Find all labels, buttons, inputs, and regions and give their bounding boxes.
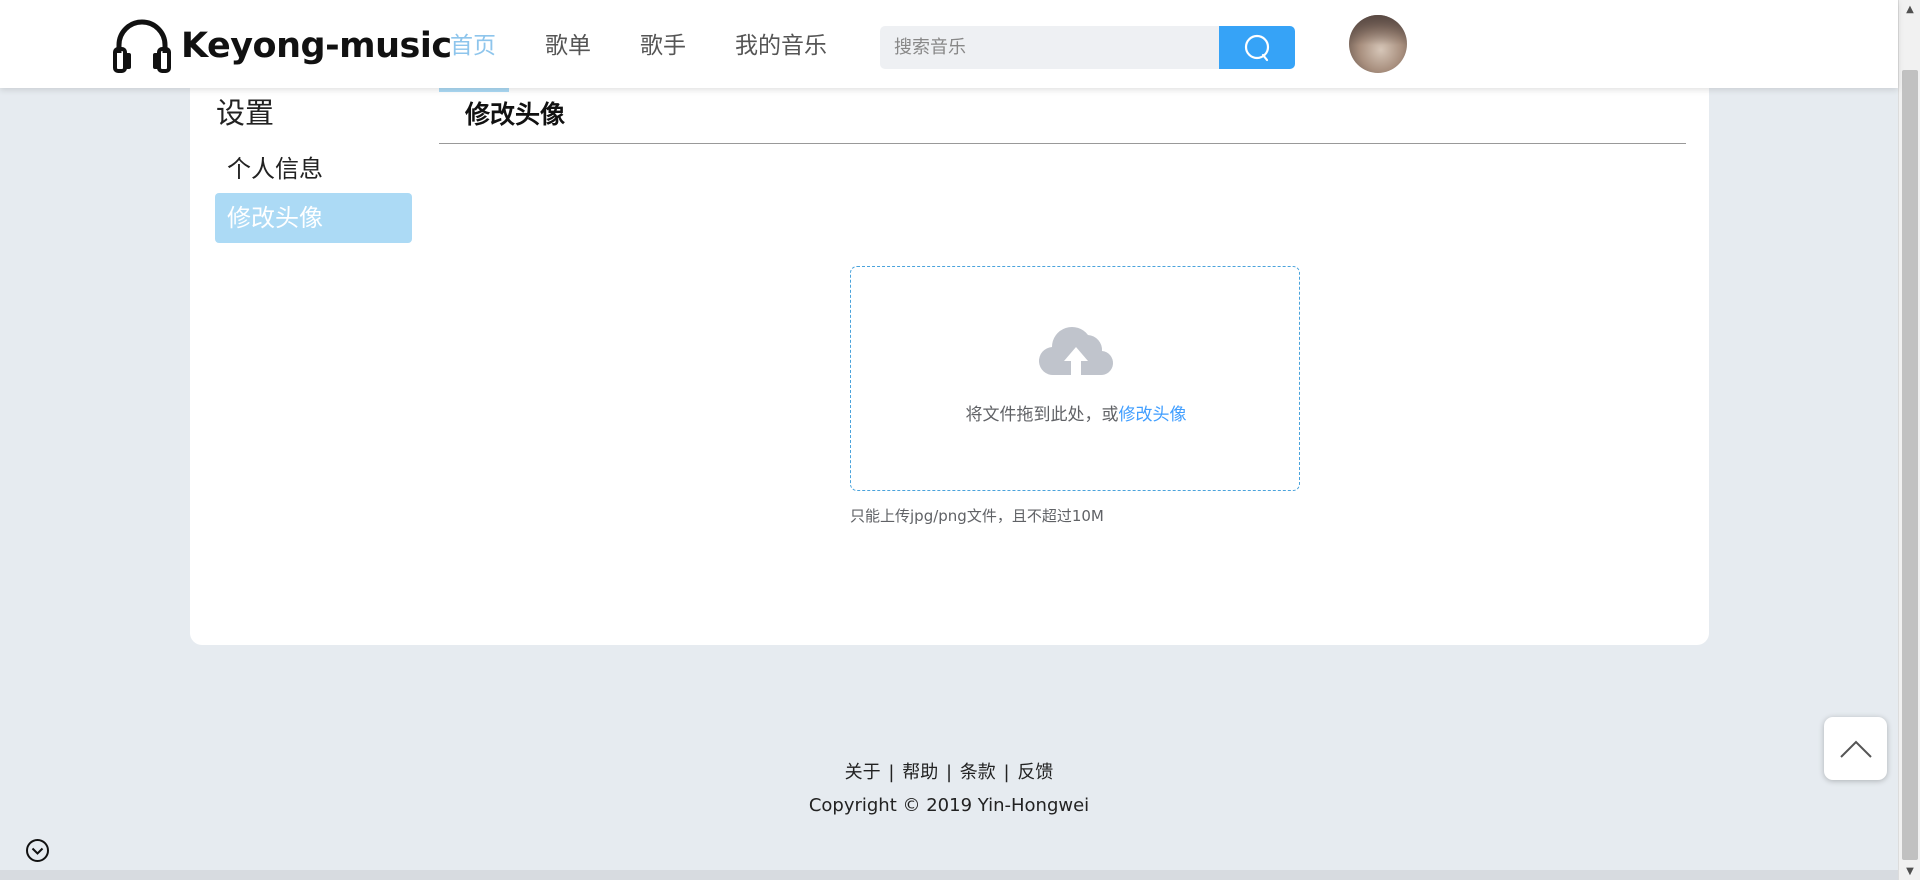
- chevron-up-icon: [1839, 740, 1872, 758]
- settings-title: 设置: [216, 96, 275, 130]
- copyright-text: Copyright © 2019 Yin-Hongwei: [808, 795, 1090, 816]
- upload-tip: 只能上传jpg/png文件，且不超过10M: [850, 507, 1104, 525]
- nav-item-playlists[interactable]: 歌单: [545, 26, 591, 60]
- upload-drag-text: 将文件拖到此处，或: [965, 405, 1119, 425]
- headphones-icon: [113, 19, 171, 73]
- bottom-band: [0, 870, 1898, 880]
- scroll-up-arrow-icon[interactable]: ▲: [1899, 0, 1920, 18]
- avatar-upload-dropzone[interactable]: 将文件拖到此处，或修改头像: [850, 266, 1300, 491]
- logo-text: Keyong-music: [181, 26, 452, 66]
- search-input[interactable]: [880, 26, 1219, 69]
- scroll-down-arrow-icon[interactable]: ▼: [1899, 862, 1920, 880]
- search-icon: [1244, 34, 1270, 61]
- nav-item-home[interactable]: 首页: [450, 26, 496, 60]
- footer-link-terms[interactable]: 条款: [960, 762, 996, 783]
- search-button[interactable]: [1219, 26, 1295, 69]
- footer-link-feedback[interactable]: 反馈: [1017, 762, 1053, 783]
- nav-item-my-music[interactable]: 我的音乐: [735, 26, 827, 60]
- section-tab-indicator: [439, 88, 509, 92]
- footer-link-help[interactable]: 帮助: [902, 762, 938, 783]
- search-bar: [880, 26, 1295, 69]
- footer-separator: |: [945, 762, 953, 783]
- footer-separator: |: [1003, 762, 1010, 783]
- sidebar-item-profile[interactable]: 个人信息: [215, 144, 412, 194]
- top-header: Keyong-music 首页 歌单 歌手 我的音乐: [0, 0, 1898, 88]
- scrollbar-thumb[interactable]: [1902, 70, 1918, 860]
- section-title: 修改头像: [465, 100, 566, 129]
- nav-item-singers[interactable]: 歌手: [640, 26, 686, 60]
- main-nav: 首页 歌单 歌手 我的音乐: [450, 26, 876, 60]
- user-avatar[interactable]: [1349, 15, 1407, 73]
- back-to-top-button[interactable]: [1824, 717, 1887, 780]
- footer-separator: |: [888, 762, 895, 783]
- footer-links: 关于 | 帮助 | 条款 | 反馈: [0, 758, 1898, 784]
- cloud-upload-icon: [1038, 327, 1114, 376]
- upload-instruction: 将文件拖到此处，或修改头像: [851, 400, 1301, 425]
- upload-link[interactable]: 修改头像: [1119, 405, 1187, 425]
- page-scrollbar[interactable]: ▲ ▼: [1898, 0, 1920, 880]
- logo[interactable]: Keyong-music: [111, 16, 452, 76]
- chevron-down-circle-icon[interactable]: [25, 838, 50, 863]
- footer-link-about[interactable]: 关于: [845, 762, 881, 783]
- section-divider: [439, 143, 1686, 144]
- sidebar-item-change-avatar[interactable]: 修改头像: [215, 193, 412, 243]
